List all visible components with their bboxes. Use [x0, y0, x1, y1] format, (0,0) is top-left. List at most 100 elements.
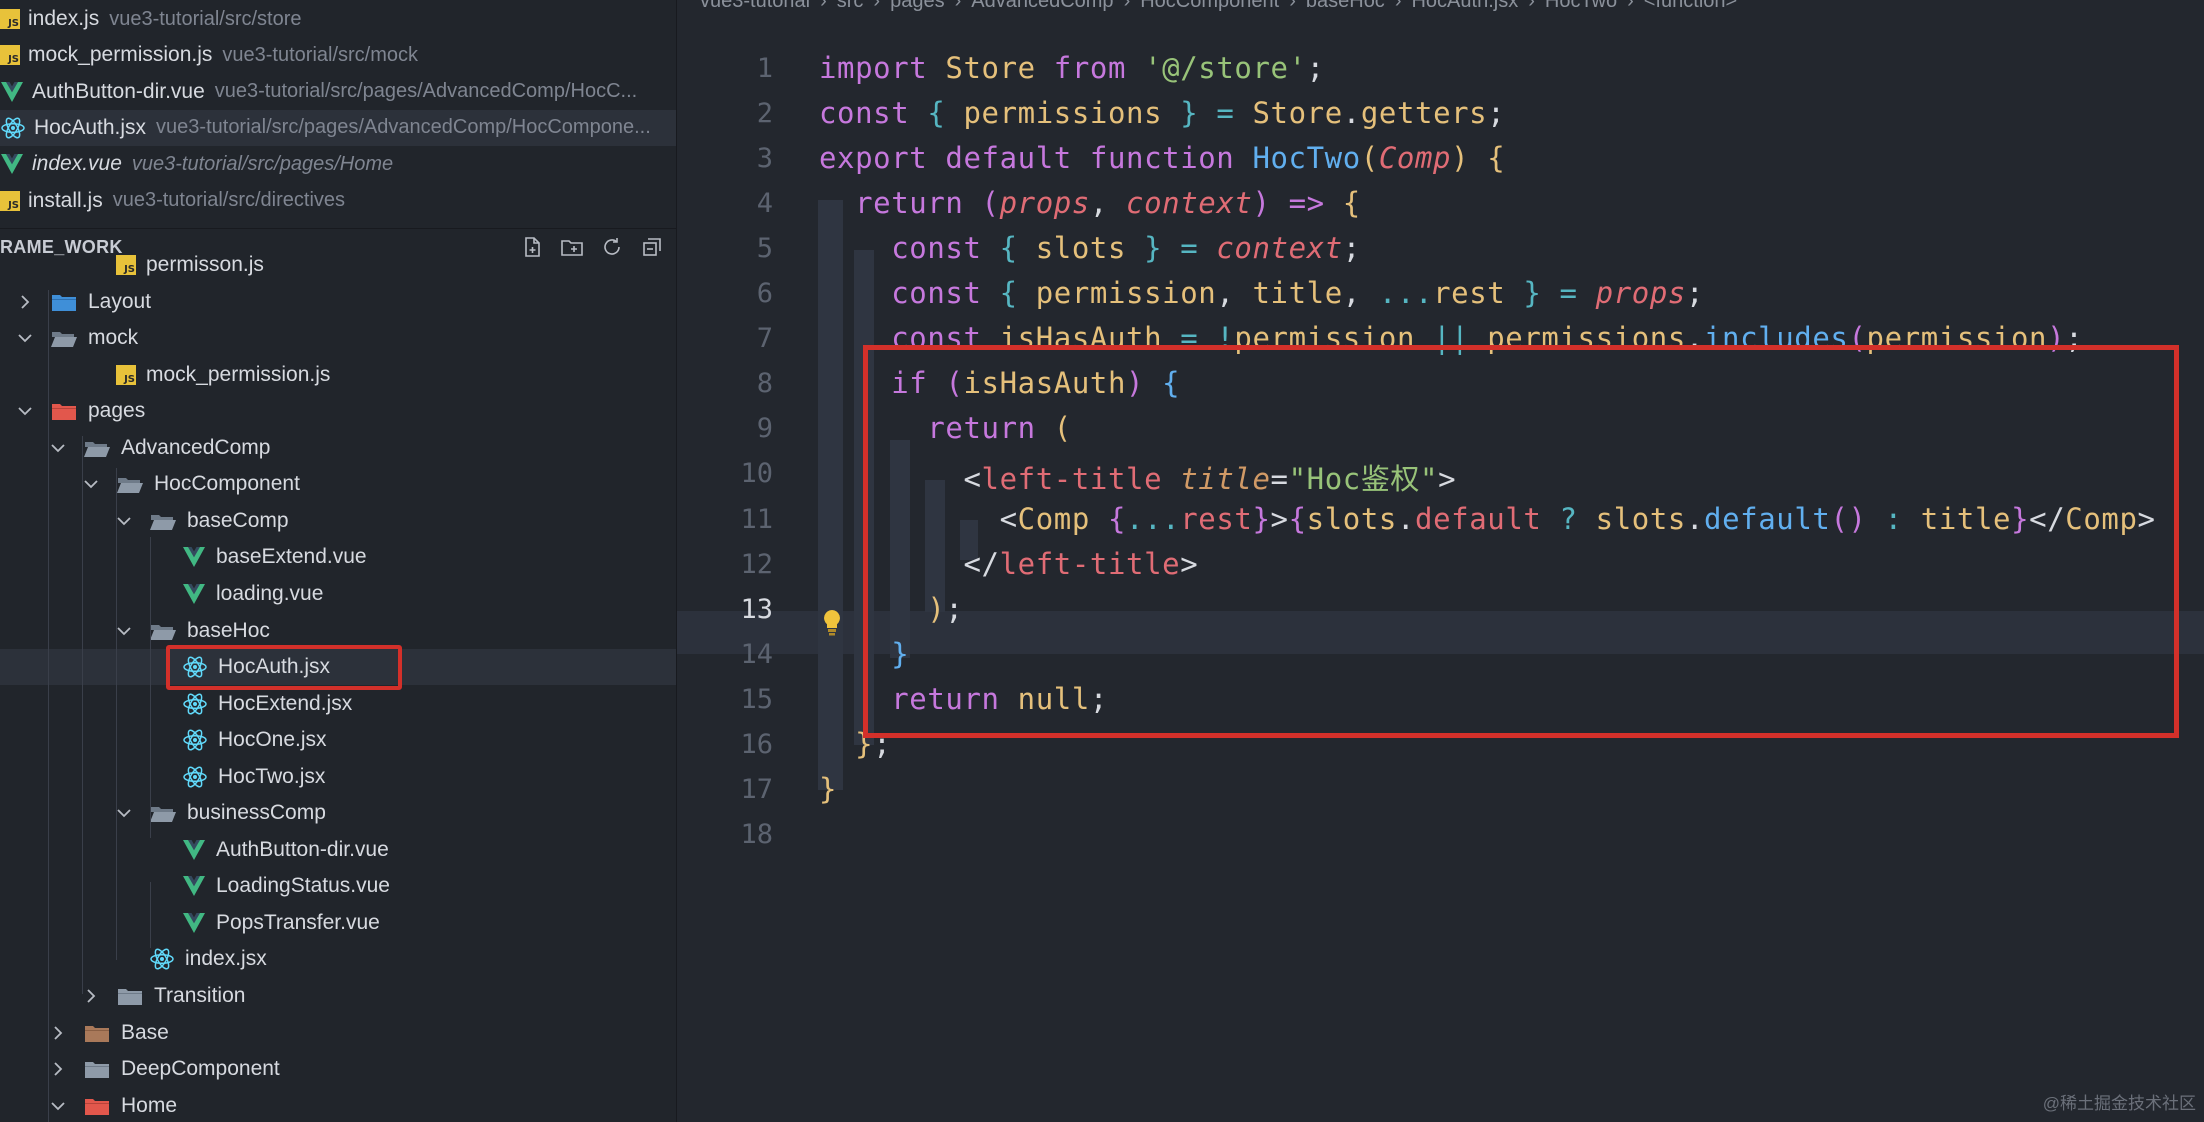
code-token: import — [819, 51, 946, 85]
code-token: props — [1595, 276, 1686, 311]
open-editor-item[interactable]: JS install.js vue3-tutorial/src/directives — [0, 183, 676, 219]
open-editor-item[interactable]: JS index.js vue3-tutorial/src/store — [0, 1, 676, 37]
tree-file[interactable]: JS mock_permission.js — [0, 357, 676, 393]
open-editor-path: vue3-tutorial/src/pages/AdvancedComp/Hoc… — [214, 80, 638, 103]
line-number: 9 — [756, 413, 773, 445]
tree-folder[interactable]: baseComp — [0, 503, 676, 539]
chevron-right-icon[interactable] — [47, 1022, 69, 1044]
tree-item-label: businessComp — [187, 801, 326, 825]
folder-icon — [83, 1058, 111, 1080]
tree-file[interactable]: JS permisson.js — [0, 247, 676, 283]
tree-folder[interactable]: HocComponent — [0, 466, 676, 502]
code-token: Comp — [1378, 141, 1452, 176]
open-editor-item[interactable]: AuthButton-dir.vue vue3-tutorial/src/page… — [0, 74, 676, 110]
tree-file[interactable]: HocExtend.jsx — [0, 686, 676, 722]
code-token: from — [1053, 51, 1145, 85]
code-line[interactable]: import Store from '@/store'; — [819, 51, 1325, 85]
vue-file-icon — [182, 875, 206, 897]
open-editor-path: vue3-tutorial/src/pages/Home — [131, 152, 394, 175]
code-token: ) { — [1451, 141, 1506, 176]
folder-open-icon — [83, 437, 111, 459]
code-line[interactable]: return (props, context) => { — [819, 186, 1361, 220]
tree-folder[interactable]: AdvancedComp — [0, 430, 676, 466]
chevron-right-icon[interactable] — [80, 985, 102, 1007]
tree-folder[interactable]: businessComp — [0, 795, 676, 831]
chevron-down-icon[interactable] — [80, 473, 102, 495]
chevron-down-icon[interactable] — [14, 400, 36, 422]
line-number: 8 — [756, 368, 773, 400]
tree-item-label: Home — [121, 1093, 178, 1117]
open-editor-item[interactable]: HocAuth.jsx vue3-tutorial/src/pages/Advan… — [0, 109, 676, 146]
open-editor-path: vue3-tutorial/src/mock — [222, 43, 419, 66]
code-token: . — [1342, 96, 1361, 131]
tree-folder[interactable]: baseHoc — [0, 613, 676, 649]
code-token: '@/store' — [1144, 51, 1307, 85]
tree-file[interactable]: loading.vue — [0, 576, 676, 612]
chevron-right-icon[interactable] — [47, 1058, 69, 1080]
code-line[interactable]: } — [819, 772, 837, 806]
js-file-icon: JS — [116, 364, 136, 385]
code-token: permission — [1035, 276, 1217, 311]
chevron-down-icon[interactable] — [47, 1095, 69, 1117]
line-number: 6 — [756, 278, 773, 310]
tree-file[interactable]: LoadingStatus.vue — [0, 868, 676, 904]
chevron-down-icon[interactable] — [47, 437, 69, 459]
code-token: => — [1288, 186, 1343, 221]
tree-item-label: HocExtend.jsx — [218, 691, 353, 715]
code-token: return — [855, 186, 982, 221]
tree-file[interactable]: baseExtend.vue — [0, 539, 676, 575]
open-editor-filename: install.js — [28, 188, 103, 212]
tree-item-label: Transition — [154, 984, 246, 1007]
code-line[interactable]: const { permissions } = Store.getters; — [819, 96, 1505, 130]
code-token: } — [1180, 96, 1217, 131]
line-number: 2 — [756, 98, 773, 130]
tree-item-label: Base — [121, 1020, 169, 1044]
code-token: ( — [1360, 141, 1379, 176]
code-token: { — [999, 276, 1036, 311]
code-token: = — [1559, 276, 1596, 311]
code-token: { — [999, 231, 1036, 266]
tree-folder[interactable]: mock — [0, 320, 676, 356]
code-line[interactable]: const { permission, title, ...rest } = p… — [819, 276, 1704, 310]
tree-file[interactable]: index.jsx — [0, 941, 676, 977]
watermark: @稀土掘金技术社区 — [2042, 1094, 2196, 1113]
open-editor-item[interactable]: JS mock_permission.js vue3-tutorial/src/mo… — [0, 37, 676, 73]
code-token: } — [819, 771, 838, 806]
tree-file[interactable]: AuthButton-dir.vue — [0, 832, 676, 868]
line-number: 4 — [756, 188, 773, 220]
chevron-right-icon[interactable] — [14, 291, 36, 313]
tree-folder[interactable]: Transition — [0, 978, 676, 1014]
code-line[interactable]: const { slots } = context; — [819, 231, 1361, 265]
folder-open-icon — [149, 802, 177, 824]
code-token: = — [1216, 96, 1253, 131]
tree-item-label: PopsTransfer.vue — [216, 910, 380, 934]
tree-item-label: baseExtend.vue — [216, 545, 367, 569]
tree-folder[interactable]: Layout — [0, 284, 676, 320]
tree-indent-guide — [150, 664, 151, 838]
code-highlight-box — [863, 345, 2179, 738]
react-file-icon — [0, 115, 26, 141]
react-file-icon — [182, 691, 208, 717]
tree-folder[interactable]: Base — [0, 1015, 676, 1051]
open-editor-path: vue3-tutorial/src/pages/AdvancedComp/Hoc… — [156, 116, 651, 139]
tree-folder[interactable]: Home — [0, 1088, 676, 1122]
lightbulb-icon[interactable] — [820, 608, 844, 638]
tree-indent-guide — [82, 436, 83, 994]
line-number: 7 — [756, 323, 773, 355]
tree-file[interactable]: HocOne.jsx — [0, 722, 676, 758]
tree-file[interactable]: HocTwo.jsx — [0, 759, 676, 795]
tree-folder[interactable]: DeepComponent — [0, 1051, 676, 1087]
code-line[interactable]: export default function HocTwo(Comp) { — [819, 141, 1505, 175]
chevron-down-icon[interactable] — [14, 327, 36, 349]
tree-file[interactable]: PopsTransfer.vue — [0, 905, 676, 941]
folder-icon — [50, 291, 78, 313]
react-file-icon — [182, 764, 208, 790]
tree-item-label: pages — [88, 399, 146, 423]
open-editor-item[interactable]: index.vue vue3-tutorial/src/pages/Home — [0, 146, 676, 182]
tree-item-label: HocTwo.jsx — [218, 764, 326, 788]
code-token: { — [1342, 186, 1361, 221]
folder-open-icon — [149, 620, 177, 642]
tree-folder[interactable]: pages — [0, 393, 676, 429]
